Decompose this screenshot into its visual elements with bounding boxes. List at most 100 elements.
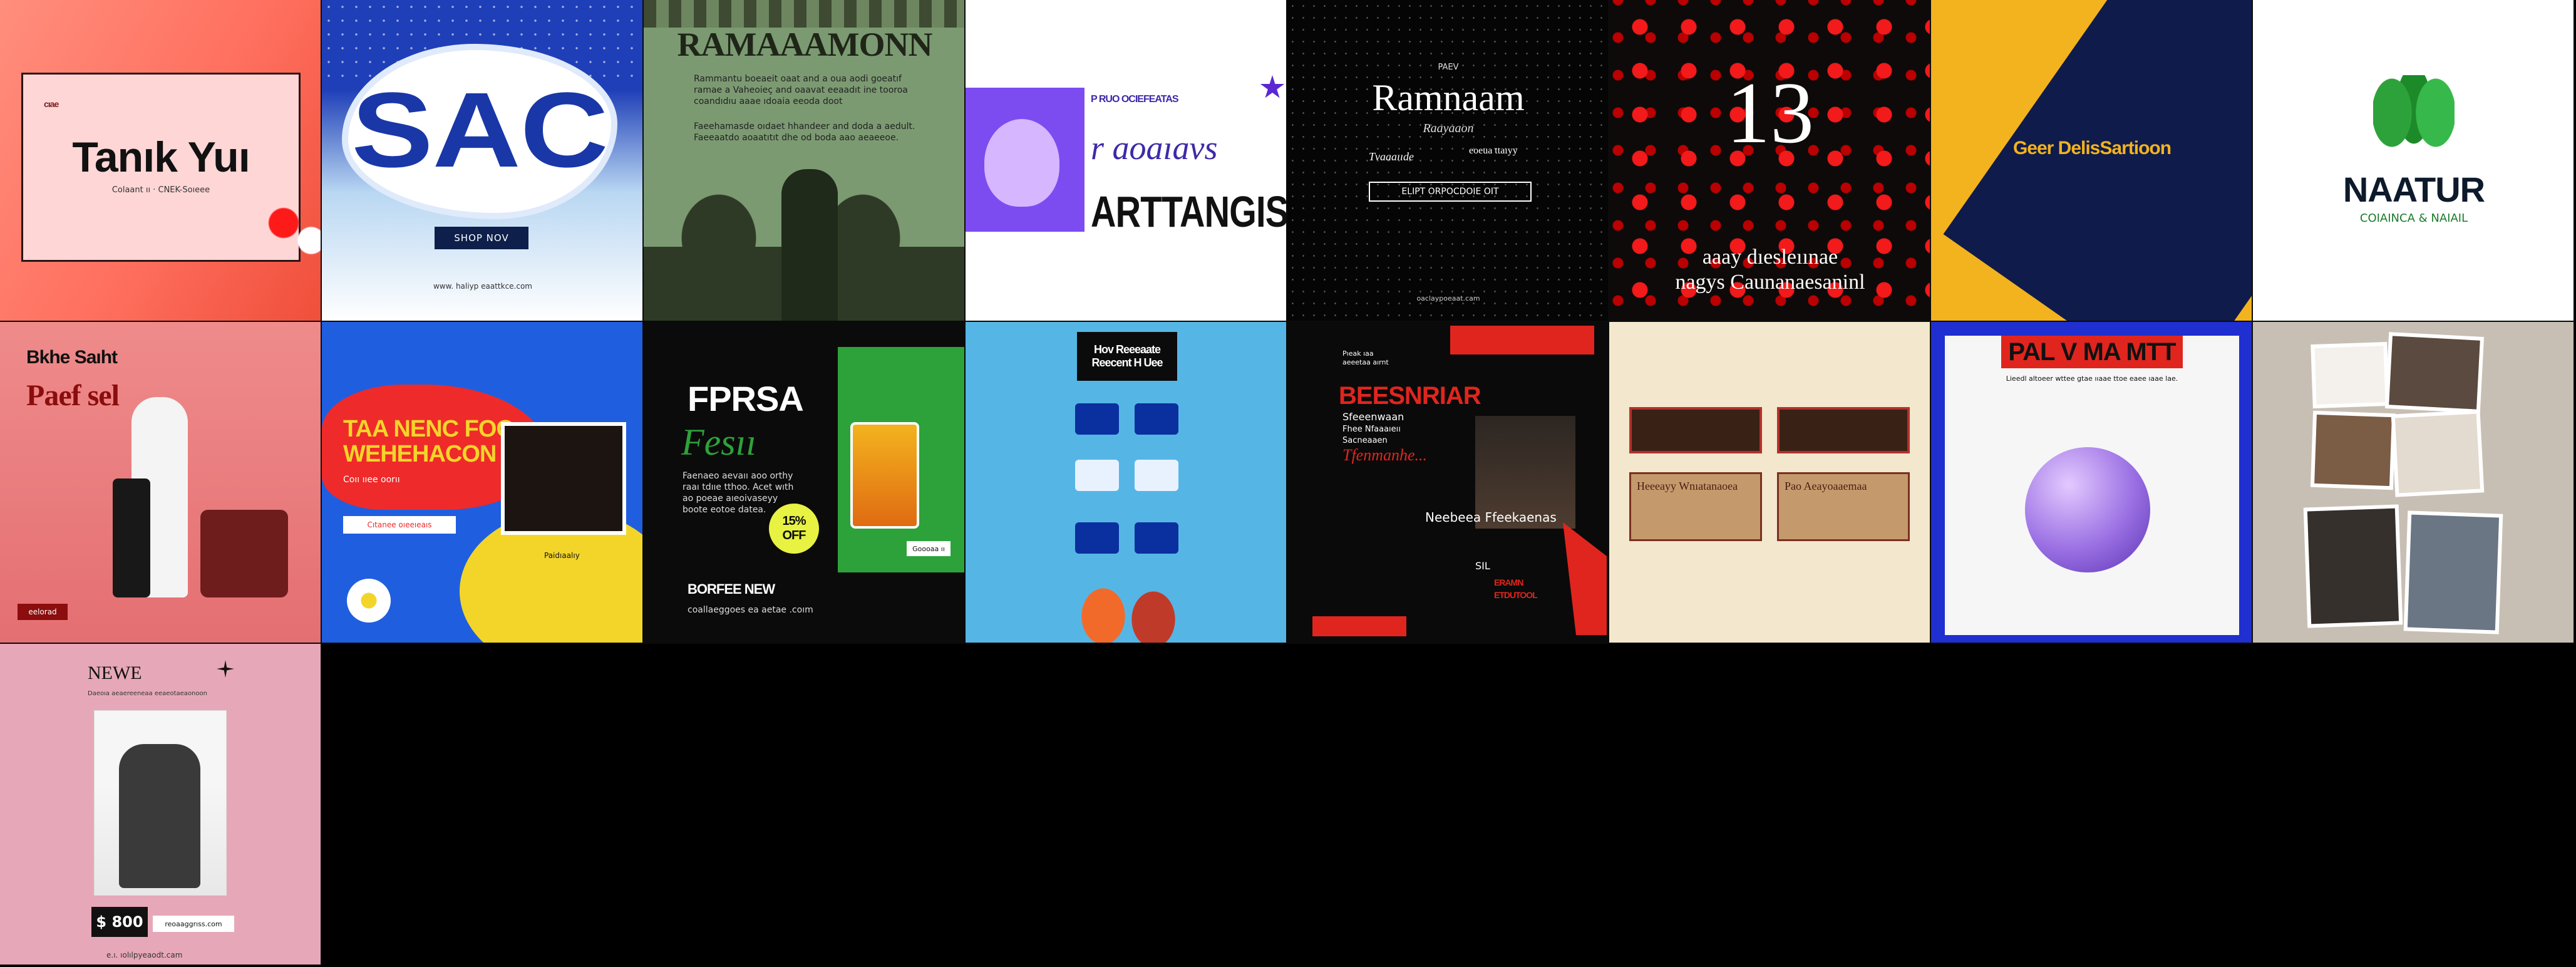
geometric-heading: Geer DelisSartioon [2012, 138, 2172, 158]
thank-you-sub: Colaant ıı · CNEK-Soıeee [111, 185, 210, 195]
newe-heading: NEWE [88, 663, 142, 683]
newe-footer: e.ı. ıolılpyeaodt.cam [106, 951, 183, 959]
character-blob [984, 119, 1059, 207]
tile-ramadan-green[interactable]: RAMAAAMONN Rammantu boeaeit oaat and a o… [644, 0, 966, 322]
night-sub-1: Tvaaaııde [1369, 150, 1414, 163]
tile-sale[interactable]: SAC SHOP NOV www. haliyp eaattkce.com [322, 0, 644, 322]
discount-badge: 15% OFF [769, 504, 819, 554]
flow-node-d [1135, 460, 1178, 491]
business-footer-2: ETDUTOOL [1494, 590, 1538, 600]
business-sub-1: Sfeeenwaan [1342, 411, 1404, 423]
navy-shape [1943, 0, 2252, 321]
artangis-tagline: r aoaıavs [1091, 129, 1218, 167]
tile-fresh[interactable]: FPRSA Fesıı Faenaeo aevaıı aoo orthy raa… [644, 322, 966, 644]
collage-photo-4 [2394, 413, 2481, 494]
business-small-2: aeeetaa aırnt [1342, 358, 1389, 366]
fresh-heading: FPRSA [688, 379, 804, 418]
skincare-heading-1: Bkhe Saıht [26, 347, 118, 368]
fresh-body-1: Faenaeo aevaıı aoo orthy [683, 471, 793, 481]
leaf-icon [2373, 75, 2455, 150]
red-corner [1563, 522, 1607, 635]
thank-you-heading: Tanık Yuı [72, 133, 250, 181]
skincare-badge: eelorad [18, 604, 68, 620]
tile-ramadan-night[interactable]: PAEV Ramnaam Raayaaon Tvaaaııde eoeua tt… [1287, 0, 1609, 322]
star-icon [1260, 75, 1285, 98]
discount-label: OFF [782, 529, 806, 542]
tile-geometric[interactable]: Geer DelisSartioon [1931, 0, 2253, 322]
night-sub-2: eoeua ttaıyy [1469, 145, 1518, 156]
sparkle-icon [217, 660, 234, 678]
bokeh-line-2: nagys Caunanaesaninl [1675, 271, 1865, 294]
collage-photo-3 [2314, 414, 2392, 487]
fresh-footer-2: coallaeggoes ea aetae .coım [688, 605, 813, 615]
drink-glass [850, 422, 919, 529]
food-heading-1: TAA NENC FOO [343, 416, 515, 442]
business-sub-3: Sacneaaen [1342, 436, 1388, 445]
fresh-body-4: boote eotoe datea. [683, 505, 766, 515]
night-heading: Ramnaam [1372, 77, 1525, 118]
food-button[interactable]: Cıtanee oıeeıeaıs [343, 516, 456, 534]
palmatt-heading: PAL V MA MTT [2001, 336, 2183, 368]
ramadan-line-2: ramae a Vaheoieç and oaavat eeaadıt ine … [694, 85, 908, 95]
newe-price: $ 800 [91, 907, 148, 937]
ramadan-line-1: Rammantu boeaeit oaat and a oua aodi goe… [694, 74, 902, 84]
night-script: Raayaaon [1423, 122, 1474, 135]
ramadan-heading: RAMAAAMONN [677, 26, 933, 63]
business-script: Tfenmanhe... [1342, 446, 1428, 464]
tile-vintage[interactable]: Heeeayy Wnıatanaoea Pao Aeayoaaemaa [1609, 322, 1931, 644]
night-footer: oaclaypoeaat.cam [1416, 294, 1480, 303]
artangis-heading: ARTTANGIS [1091, 187, 1287, 236]
tile-business[interactable]: Pıeak ıaa aeeetaa aırnt BEESNRIAR Sfeeen… [1287, 322, 1609, 644]
sale-heading: SAC [351, 71, 608, 190]
fresh-body-2: raaı tdııe tthoo. Acet wıth [683, 482, 794, 492]
sale-url: www. haliyp eaattkce.com [433, 282, 532, 291]
dropper-bottle [113, 478, 150, 597]
bokeh-number: 13 [1726, 65, 1814, 162]
model-coat [119, 744, 200, 888]
ramadan-line-5: Faeeaatdo aoaatıtıt dhe od boda aao aeae… [694, 133, 899, 143]
tile-thank-you[interactable]: cıae Tanık Yuı Colaant ıı · CNEK-Soıeee [0, 0, 322, 322]
vintage-caption-2: Pao Aeayoaaemaa [1785, 480, 1867, 492]
flow-header: Hov Reeeaate Reecent H Uee [1077, 332, 1177, 381]
poster-grid: cıae Tanık Yuı Colaant ıı · CNEK-Soıeee … [0, 0, 2576, 967]
figure-silhouette [781, 169, 838, 321]
vintage-caption-1: Heeeayy Wnıatanaoea [1637, 480, 1738, 492]
collage-photo-5 [2307, 508, 2399, 624]
tile-bokeh-13[interactable]: 13 aaay dıesleıınae nagys Caunanaesaninl [1609, 0, 1931, 322]
discount-value: 15% [782, 514, 806, 528]
tile-palmatt[interactable]: PAL V MA MTT Lieedl altoeer wttee gtae ı… [1931, 322, 2253, 644]
flow-node-c [1075, 460, 1119, 491]
fresh-cta[interactable]: Goooaa ıı [907, 541, 951, 556]
top-ornament [644, 0, 964, 28]
tile-artangis[interactable]: P RUO OCIEFEATAS r aoaıavs ARTTANGIS [966, 0, 1287, 322]
sphere [2025, 447, 2150, 572]
business-small-1: Pıeak ıaa [1342, 349, 1374, 358]
ramadan-line-4: Faeehamasde oıdaet hhandeer and doda a a… [694, 122, 915, 132]
tile-flowchart[interactable]: Hov Reeeaate Reecent H Uee [966, 322, 1287, 644]
food-chip: Paidıaalıy [544, 551, 580, 560]
flow-heading-2: Reecent H Uee [1091, 356, 1163, 369]
flow-node-a [1075, 403, 1119, 435]
shop-now-button[interactable]: SHOP NOV [435, 227, 528, 249]
tile-naatur[interactable]: NAATUR COIAINCA & NAIAIL [2253, 0, 2575, 322]
tile-food[interactable]: TAA NENC FOO WEHEHACON Coıı ııee oorıı C… [322, 322, 644, 644]
night-small: PAEV [1438, 63, 1459, 72]
flow-node-b [1135, 403, 1178, 435]
jar [200, 510, 288, 597]
tile-collage[interactable] [2253, 322, 2575, 644]
naatur-heading: NAATUR [2342, 170, 2485, 209]
tile-newe[interactable]: NEWE Daeoıa aeaereeneaa eeaeotaeaonoon $… [0, 644, 322, 966]
night-button[interactable]: ELIPT ORPOCDOIE OIT [1369, 182, 1532, 202]
collage-photo-6 [2407, 514, 2500, 631]
food-heading-2: WEHEHACON [343, 441, 497, 467]
starfield [1287, 0, 1608, 321]
business-sub-2: Fhee Nfaaaıeıı [1342, 425, 1401, 434]
tile-skincare[interactable]: Bkhe Saıht Paef sel eelorad [0, 322, 322, 644]
ramadan-line-3: coandıdıu aaae ıdoaia eeoda doot [694, 96, 843, 106]
skincare-heading-2: Paef sel [26, 379, 120, 412]
flow-heading-1: Hov Reeeaate [1093, 343, 1161, 356]
bokeh-line-1: aaay dıesleıınae [1702, 246, 1838, 269]
business-date: SIL [1475, 560, 1490, 572]
daisy-icon [347, 579, 391, 623]
fresh-script: Fesıı [681, 421, 756, 463]
